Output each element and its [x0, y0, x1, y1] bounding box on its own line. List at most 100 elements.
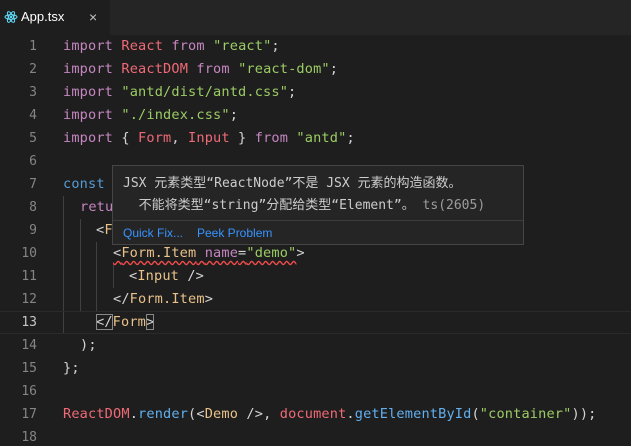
- code-line: 11 <Input />: [0, 265, 631, 288]
- error-hover-widget: JSX 元素类型“ReactNode”不是 JSX 元素的构造函数。 不能将类型…: [112, 165, 524, 245]
- code-text: };: [63, 357, 80, 380]
- identifier: document: [279, 406, 347, 422]
- punctuation: }: [229, 130, 247, 146]
- error-message-detail: 不能将类型“string”分配给类型“Element”。 ts(2605): [123, 195, 486, 217]
- keyword: import: [63, 61, 114, 77]
- code-line: 12 </Form.Item>: [0, 288, 631, 311]
- line-number: 4: [29, 108, 37, 123]
- line-number: 8: [29, 200, 37, 215]
- punctuation: .: [129, 406, 139, 422]
- keyword: import: [63, 130, 114, 146]
- line-number: 18: [21, 430, 37, 445]
- code-text: </Form.Item>: [113, 288, 213, 311]
- line-number: 11: [21, 269, 37, 284]
- line-number: 2: [29, 62, 37, 77]
- identifier: ReactDOM: [63, 406, 130, 422]
- line-number: 5: [29, 131, 37, 146]
- error-message: JSX 元素类型“ReactNode”不是 JSX 元素的构造函数。: [123, 176, 462, 191]
- punctuation: >: [204, 291, 214, 307]
- code-text: import "./index.css";: [63, 104, 238, 127]
- code-text: <Form.Item name="demo">: [113, 242, 305, 265]
- code-text: const: [63, 173, 105, 196]
- peek-problem-link[interactable]: Peek Problem: [197, 226, 272, 240]
- tab-app-tsx[interactable]: App.tsx ×: [0, 0, 110, 35]
- string: "./index.css": [121, 107, 230, 123]
- string: "react": [213, 38, 272, 54]
- punctuation: >: [296, 245, 305, 261]
- punctuation: ));: [571, 406, 597, 422]
- punctuation: ;: [271, 38, 280, 54]
- code-text: ReactDOM.render(<Demo />, document.getEl…: [63, 403, 597, 426]
- jsx-attribute: name: [204, 245, 239, 261]
- jsx-tag: Form.Item: [129, 291, 205, 307]
- keyword: const: [63, 176, 105, 192]
- keyword: import: [63, 38, 114, 54]
- punctuation: .: [346, 406, 355, 422]
- line-number: 13: [21, 315, 37, 330]
- tab-title: App.tsx: [21, 9, 65, 24]
- string: "container": [479, 406, 572, 422]
- string: "antd/dist/antd.css": [121, 84, 289, 100]
- line-number: 12: [21, 292, 37, 307]
- code-line: 5 import { Form, Input } from "antd";: [0, 127, 631, 150]
- code-line: 14 );: [0, 334, 631, 357]
- punctuation: (<: [188, 406, 205, 422]
- code-text: import { Form, Input } from "antd";: [63, 127, 355, 150]
- keyword: import: [63, 107, 114, 123]
- line-number: 9: [29, 223, 37, 238]
- tab-bar: App.tsx ×: [0, 0, 631, 35]
- function-name: render: [138, 406, 189, 422]
- close-icon[interactable]: ×: [89, 9, 97, 25]
- code-line: 10 <Form.Item name="demo">: [0, 242, 631, 265]
- punctuation: </: [96, 314, 113, 330]
- punctuation: />: [179, 268, 205, 284]
- jsx-tag: Demo: [204, 406, 239, 422]
- identifier: Form: [138, 130, 172, 146]
- punctuation: />,: [238, 406, 280, 422]
- keyword: import: [63, 84, 114, 100]
- punctuation: };: [63, 360, 80, 376]
- code-text: <Input />: [129, 265, 204, 288]
- identifier: React: [121, 38, 164, 54]
- keyword: from: [196, 61, 230, 77]
- keyword: retu: [80, 199, 114, 215]
- jsx-tag: Form.Item: [121, 245, 197, 261]
- identifier: Input: [188, 130, 230, 146]
- error-message-line2: 不能将类型“string”分配给类型“Element”。: [123, 198, 415, 213]
- line-number: 6: [29, 154, 37, 169]
- line-number: 17: [21, 407, 37, 422]
- punctuation: >: [146, 314, 155, 330]
- code-line: 2 import ReactDOM from "react-dom";: [0, 58, 631, 81]
- quick-fix-link[interactable]: Quick Fix...: [123, 226, 183, 240]
- code-line: 4 import "./index.css";: [0, 104, 631, 127]
- punctuation: ;: [346, 130, 355, 146]
- string: "antd": [296, 130, 347, 146]
- punctuation: {: [121, 130, 139, 146]
- hover-action-bar: Quick Fix... Peek Problem: [113, 220, 523, 245]
- punctuation: );: [80, 337, 97, 353]
- keyword: from: [254, 130, 289, 146]
- react-icon: [4, 11, 18, 23]
- punctuation: ;: [329, 61, 339, 77]
- line-number: 3: [29, 85, 37, 100]
- punctuation: ,: [171, 130, 189, 146]
- punctuation: (: [471, 406, 480, 422]
- code-line: 16: [0, 380, 631, 403]
- error-squiggle[interactable]: <Form.Item name="demo": [113, 245, 296, 261]
- code-text: <F: [96, 219, 113, 242]
- line-number: 1: [29, 39, 37, 54]
- identifier: ReactDOM: [121, 61, 189, 77]
- code-line: 17 ReactDOM.render(<Demo />, document.ge…: [0, 403, 631, 426]
- code-line: 3 import "antd/dist/antd.css";: [0, 81, 631, 104]
- line-number: 7: [29, 177, 37, 192]
- string: "react-dom": [238, 61, 330, 77]
- line-number: 10: [21, 246, 37, 261]
- punctuation: ;: [229, 107, 239, 123]
- code-text: import ReactDOM from "react-dom";: [63, 58, 338, 81]
- jsx-tag: Input: [137, 268, 180, 284]
- line-number: 16: [21, 384, 37, 399]
- current-line: 13 </Form>: [0, 311, 631, 334]
- error-code: ts(2605): [422, 198, 486, 213]
- string: "demo": [246, 245, 297, 261]
- code-text: import React from "react";: [63, 35, 280, 58]
